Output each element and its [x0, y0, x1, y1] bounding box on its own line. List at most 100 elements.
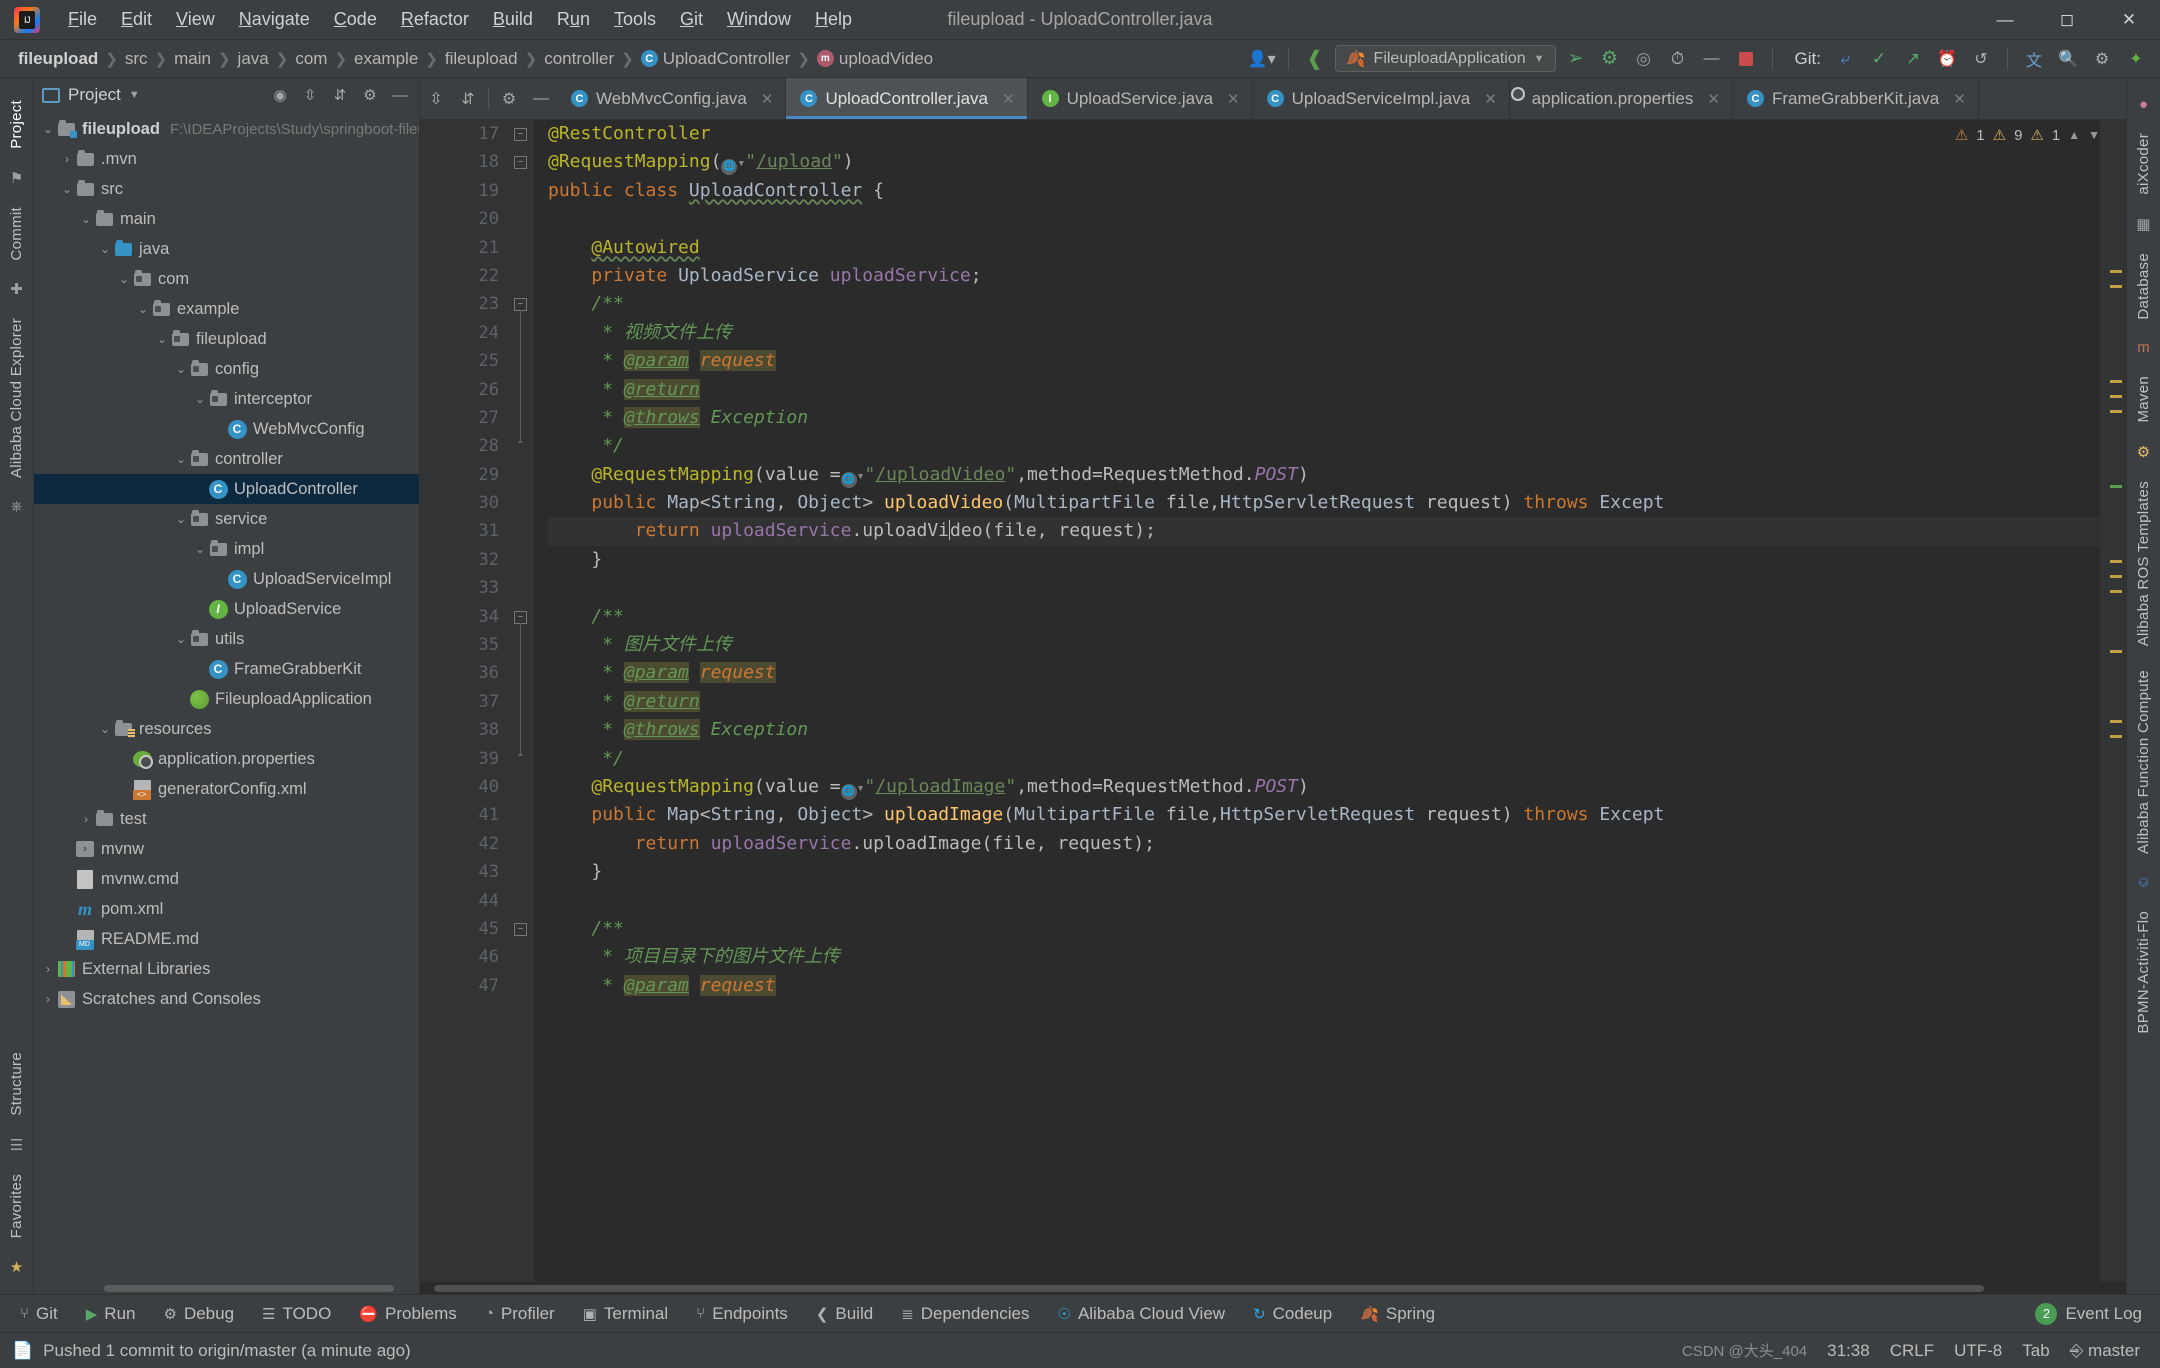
- editor-tabs[interactable]: CWebMvcConfig.java✕CUploadController.jav…: [557, 78, 1979, 119]
- editor-tab-uploadservice-java[interactable]: IUploadService.java✕: [1028, 78, 1253, 119]
- code-line-37[interactable]: * @return: [548, 688, 2100, 716]
- run-configuration-selector[interactable]: 🍂 FileuploadApplication ▼: [1335, 45, 1556, 72]
- code-line-23[interactable]: /**: [548, 290, 2100, 318]
- tree-node-fileuploadapplication[interactable]: FileuploadApplication: [34, 684, 419, 714]
- gutter-line-31[interactable]: 31: [420, 517, 508, 545]
- gutter-line-28[interactable]: 28: [420, 432, 508, 460]
- gutter-line-24[interactable]: 24: [420, 319, 508, 347]
- tree-node-main[interactable]: ⌄main: [34, 204, 419, 234]
- code-line-24[interactable]: * 视频文件上传: [548, 319, 2100, 347]
- gutter-line-37[interactable]: 37: [420, 688, 508, 716]
- chevron-down-icon[interactable]: ⌄: [97, 242, 113, 256]
- bookmark-icon[interactable]: ⚑: [10, 169, 23, 187]
- code-line-21[interactable]: @Autowired: [548, 234, 2100, 262]
- settings-icon[interactable]: ⚙: [493, 78, 525, 119]
- code-line-19[interactable]: public class UploadController {: [548, 177, 2100, 205]
- inspection-marker[interactable]: [2110, 650, 2122, 653]
- chevron-down-icon[interactable]: ⌄: [135, 302, 151, 316]
- tree-node-fileupload[interactable]: ⌄fileuploadF:\IDEAProjects\Study\springb…: [34, 114, 419, 144]
- code-line-35[interactable]: * 图片文件上传: [548, 631, 2100, 659]
- inspection-marker[interactable]: [2110, 485, 2122, 488]
- chevron-down-icon[interactable]: ⌄: [40, 122, 56, 136]
- indent-setting[interactable]: Tab: [2022, 1341, 2049, 1361]
- maven-icon[interactable]: m: [2137, 339, 2150, 356]
- hide-icon[interactable]: —: [389, 87, 411, 104]
- project-horizontal-scrollbar[interactable]: [34, 1282, 419, 1294]
- tree-node-com[interactable]: ⌄com: [34, 264, 419, 294]
- gutter-line-40[interactable]: 40: [420, 773, 508, 801]
- code-line-26[interactable]: * @return: [548, 376, 2100, 404]
- line-separator[interactable]: CRLF: [1890, 1341, 1934, 1361]
- close-icon[interactable]: ✕: [1707, 90, 1720, 108]
- gutter-line-43[interactable]: 43: [420, 858, 508, 886]
- chevron-right-icon[interactable]: ›: [78, 812, 94, 826]
- code-line-25[interactable]: * @param request: [548, 347, 2100, 375]
- web-url-icon[interactable]: 🌐: [841, 784, 857, 800]
- chevron-down-icon[interactable]: ⌄: [154, 332, 170, 346]
- tree-node-scratches-and-consoles[interactable]: ›Scratches and Consoles: [34, 984, 419, 1014]
- inspection-marker[interactable]: [2110, 270, 2122, 273]
- tree-node-webmvcconfig[interactable]: CWebMvcConfig: [34, 414, 419, 444]
- tool-window-profiler[interactable]: ◔Profiler: [473, 1300, 567, 1328]
- gutter-line-29[interactable]: 29: [420, 461, 508, 489]
- collapse-all-icon[interactable]: ⇵: [452, 78, 484, 119]
- tree-node-uploadserviceimpl[interactable]: CUploadServiceImpl: [34, 564, 419, 594]
- code-line-43[interactable]: }: [548, 858, 2100, 886]
- tree-node-external-libraries[interactable]: ›External Libraries: [34, 954, 419, 984]
- code-line-46[interactable]: * 项目目录下的图片文件上传: [548, 943, 2100, 971]
- rail-item-alibaba-cloud-explorer[interactable]: Alibaba Cloud Explorer: [8, 318, 25, 478]
- stop-icon[interactable]: [1732, 46, 1760, 72]
- gutter-line-25[interactable]: 25: [420, 347, 508, 375]
- tool-window-build[interactable]: ❮Build: [804, 1300, 885, 1328]
- chevron-down-icon[interactable]: ⌄: [173, 512, 189, 526]
- tool-window-problems[interactable]: ⛔Problems: [347, 1300, 469, 1328]
- run-with-coverage-icon[interactable]: ◎: [1630, 46, 1658, 72]
- inspection-marker[interactable]: [2110, 380, 2122, 383]
- aixcoder-icon[interactable]: ●: [2139, 96, 2148, 113]
- gutter-line-22[interactable]: 22: [420, 262, 508, 290]
- close-icon[interactable]: ✕: [761, 90, 774, 108]
- settings-icon[interactable]: ⚙: [359, 86, 381, 104]
- code-line-38[interactable]: * @throws Exception: [548, 716, 2100, 744]
- chevron-down-icon[interactable]: ⌄: [173, 632, 189, 646]
- chevron-right-icon[interactable]: ›: [59, 152, 75, 166]
- tool-window-dependencies[interactable]: ≣Dependencies: [889, 1300, 1041, 1328]
- tool-window-codeup[interactable]: ↻Codeup: [1241, 1300, 1344, 1328]
- git-branch-widget[interactable]: ⎆ master: [2070, 1341, 2140, 1361]
- tree-node-src[interactable]: ⌄src: [34, 174, 419, 204]
- chevron-down-icon[interactable]: ⌄: [78, 212, 94, 226]
- git-history-icon[interactable]: ⏰: [1933, 46, 1961, 72]
- gutter-line-38[interactable]: 38: [420, 716, 508, 744]
- inspection-summary[interactable]: ⚠ 1 ⚠ 9 ⚠ 1 ▲ ▼: [1940, 120, 2100, 150]
- tree-node-resources[interactable]: ⌄resources: [34, 714, 419, 744]
- code-line-29[interactable]: @RequestMapping(value =🌐▾"/uploadVideo",…: [548, 461, 2100, 489]
- debug-icon[interactable]: ⚙: [1596, 46, 1624, 72]
- tool-window-debug[interactable]: ⚙Debug: [151, 1300, 246, 1328]
- chevron-right-icon[interactable]: ›: [40, 962, 56, 976]
- search-icon[interactable]: 🔍: [2054, 46, 2082, 72]
- tree-node-pom-xml[interactable]: mpom.xml: [34, 894, 419, 924]
- tree-node-controller[interactable]: ⌄controller: [34, 444, 419, 474]
- fold-marker-line-39[interactable]: ⌃: [514, 753, 527, 766]
- tool-window-todo[interactable]: ☰TODO: [250, 1300, 343, 1328]
- tree-node-generatorconfig-xml[interactable]: generatorConfig.xml: [34, 774, 419, 804]
- close-icon[interactable]: ✕: [1002, 90, 1015, 108]
- rail-item-alibaba-function-compute[interactable]: Alibaba Function Compute: [2135, 670, 2152, 854]
- code-line-45[interactable]: /**: [548, 915, 2100, 943]
- menu-build[interactable]: Build: [481, 5, 545, 34]
- breadcrumb-item-example[interactable]: example: [350, 47, 422, 71]
- caret-position[interactable]: 31:38: [1827, 1341, 1870, 1361]
- expand-all-icon[interactable]: ⇳: [420, 78, 452, 119]
- structure-icon[interactable]: ☰: [10, 1136, 23, 1154]
- inspection-marker[interactable]: [2110, 560, 2122, 563]
- chevron-down-icon[interactable]: ⌄: [59, 182, 75, 196]
- chevron-right-icon[interactable]: ›: [40, 992, 56, 1006]
- inspection-marker[interactable]: [2110, 395, 2122, 398]
- breadcrumb-item-class[interactable]: C UploadController: [637, 47, 795, 71]
- tool-window-alibaba-cloud-view[interactable]: ☉Alibaba Cloud View: [1045, 1300, 1237, 1328]
- fold-marker-line-45[interactable]: −: [514, 923, 527, 936]
- tree-node-uploadservice[interactable]: IUploadService: [34, 594, 419, 624]
- gutter-line-26[interactable]: 26: [420, 376, 508, 404]
- breadcrumb-item-method[interactable]: m uploadVideo: [813, 47, 937, 71]
- code-line-47[interactable]: * @param request: [548, 972, 2100, 1000]
